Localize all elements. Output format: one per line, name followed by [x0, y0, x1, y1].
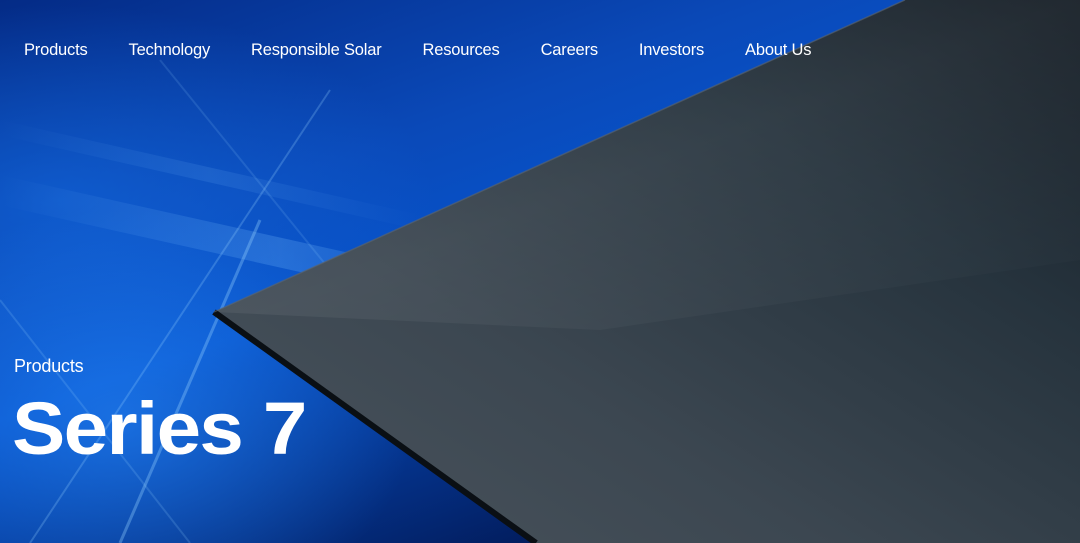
main-navigation: Products Technology Responsible Solar Re… [0, 0, 1080, 100]
nav-investors[interactable]: Investors [639, 41, 704, 60]
nav-products[interactable]: Products [24, 41, 88, 60]
page-title: Series 7 [12, 387, 307, 470]
nav-responsible-solar[interactable]: Responsible Solar [251, 41, 382, 60]
hero-banner: Products Technology Responsible Solar Re… [0, 0, 1080, 543]
nav-technology[interactable]: Technology [129, 41, 211, 60]
nav-careers[interactable]: Careers [541, 41, 598, 60]
nav-about-us[interactable]: About Us [745, 41, 811, 60]
hero-eyebrow: Products [14, 356, 84, 376]
nav-resources[interactable]: Resources [423, 41, 500, 60]
